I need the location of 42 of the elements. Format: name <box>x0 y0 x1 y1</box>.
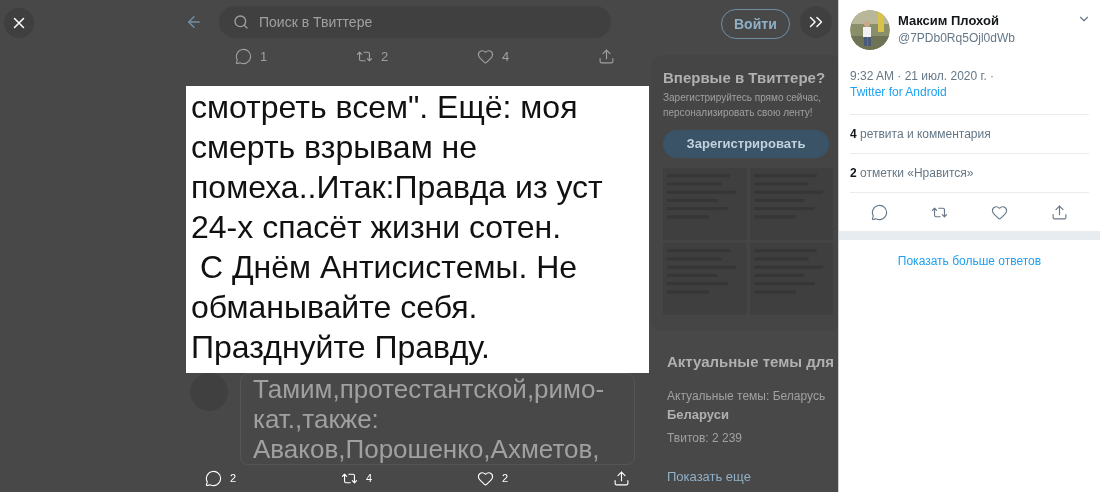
action-count: 4 <box>366 471 373 487</box>
avatar <box>190 372 228 411</box>
image-text-line: кат.,также: <box>253 403 380 434</box>
user-name[interactable]: Максим Плохой <box>898 12 1069 30</box>
image-text-line: обманывайте себя. <box>191 288 479 327</box>
stat-text[interactable]: 4 ретвита и комментария <box>850 125 991 143</box>
close-button[interactable] <box>4 8 34 38</box>
image-text-line: С Днём Антисистемы. Не <box>198 248 579 287</box>
user-handle: @7PDb0Rq5Ojl0dWb <box>898 30 1016 46</box>
action-count: 2 <box>381 48 389 66</box>
trend-name[interactable]: Беларуси <box>667 405 835 425</box>
signup-title: Впервые в Твиттере? <box>663 68 827 88</box>
image-text-line: смерть взрывам не <box>191 128 478 167</box>
share-icon[interactable] <box>613 470 630 487</box>
signup-text: Зарегистрируйтесь прямо сейчас, <box>663 90 822 105</box>
heart-icon[interactable] <box>477 470 494 487</box>
heart-icon[interactable] <box>990 203 1008 221</box>
signup-button[interactable]: Зарегистрировать <box>663 129 829 158</box>
action-count: 2 <box>502 471 509 487</box>
share-icon[interactable] <box>1050 203 1068 221</box>
show-more-replies-link[interactable]: Показать больше ответов <box>897 252 1042 270</box>
image-text-line: Празднуйте Правду. <box>191 328 491 367</box>
expand-button[interactable] <box>800 6 832 38</box>
trend-context: Актуальные темы: Беларусь <box>667 388 827 405</box>
action-count: 2 <box>230 471 237 487</box>
image-text-line: смотреть всем". Ещё: моя <box>191 88 579 127</box>
action-count: 4 <box>502 48 510 66</box>
search-field[interactable]: Поиск в Твиттере <box>219 6 611 38</box>
trend-count: Твитов: 2 239 <box>667 429 743 447</box>
source-link[interactable]: Twitter for Android <box>850 85 947 99</box>
trends-title: Актуальные темы для <box>667 351 835 372</box>
search-icon <box>233 14 249 30</box>
image-text-line: Тамим,протестантской,римо- <box>253 373 606 404</box>
tweet-time: 9:32 AM · 21 июл. 2020 г. · <box>850 69 995 83</box>
reply-icon[interactable] <box>871 203 889 221</box>
image-text-line: 24-х спасёт жизни сотен. <box>191 208 563 247</box>
signup-text: персонализировать свою ленту! <box>663 105 814 120</box>
image-text-line: помеха..Итак:Правда из уст <box>191 168 604 207</box>
show-more-link[interactable]: Показать еще <box>667 466 751 486</box>
stat-text[interactable]: 2 отметки «Нравится» <box>850 164 974 182</box>
action-count: 1 <box>260 48 268 66</box>
image-text-line: Аваков,Порошенко,Ахметов, <box>253 433 601 464</box>
